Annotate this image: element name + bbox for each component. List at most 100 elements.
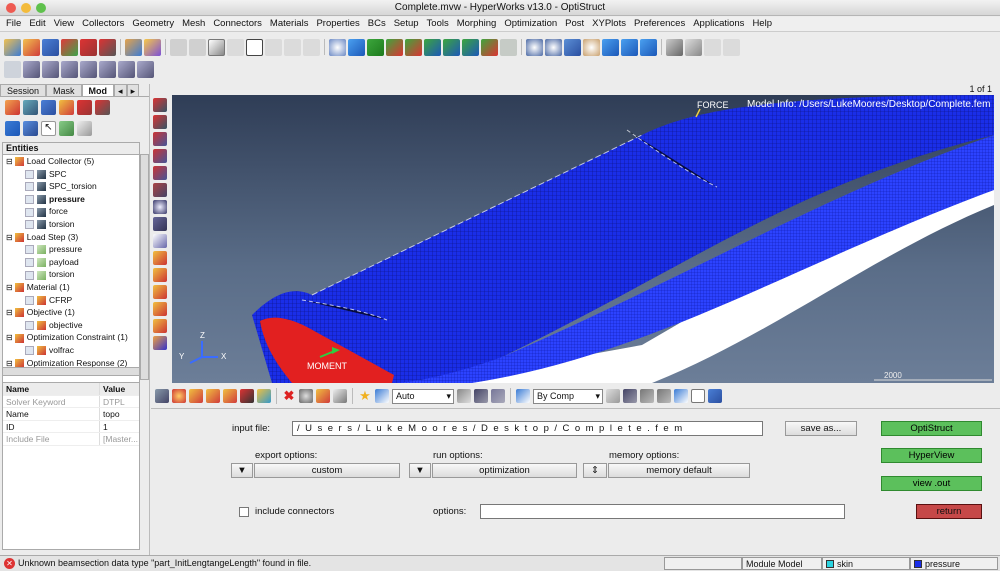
export-options-toggle[interactable]: ▼ <box>231 463 253 478</box>
run-options-toggle[interactable]: ▼ <box>409 463 431 478</box>
view-2-icon[interactable] <box>284 38 301 56</box>
show-icon[interactable] <box>333 389 347 403</box>
browser-isolate-icon[interactable] <box>23 121 38 136</box>
cursor-icon[interactable]: ↖ <box>41 121 56 136</box>
export-options-value[interactable]: custom <box>254 463 400 478</box>
monitor-icon[interactable] <box>708 389 722 403</box>
collapse-icon[interactable]: ⊟ <box>6 333 13 342</box>
menu-help[interactable]: Help <box>748 17 776 31</box>
auto-color-select[interactable]: Auto <box>392 388 454 404</box>
page-layout-1-icon[interactable] <box>23 60 40 78</box>
pan-hand-icon[interactable] <box>583 38 600 56</box>
vtool-view-5-icon[interactable] <box>153 166 167 180</box>
view-xz-front-icon[interactable] <box>462 38 479 56</box>
menu-preferences[interactable]: Preferences <box>630 17 689 31</box>
tree-item[interactable]: pressure <box>3 193 139 206</box>
visibility-checkbox[interactable] <box>25 169 34 179</box>
delete-view-icon[interactable] <box>723 38 740 56</box>
hyperview-button[interactable]: HyperView <box>881 448 982 463</box>
visibility-checkbox[interactable] <box>25 245 34 255</box>
view-options-icon[interactable] <box>500 38 517 56</box>
property-row[interactable]: Include File [Master... <box>3 433 139 446</box>
view-yz-left-icon[interactable] <box>424 38 441 56</box>
mask-icon[interactable] <box>208 38 225 56</box>
tab-scroll-left[interactable]: ◂ <box>114 84 127 96</box>
page-layout-5-icon[interactable] <box>99 60 116 78</box>
spin-icon[interactable] <box>621 38 638 56</box>
menu-xyplots[interactable]: XYPlots <box>588 17 630 31</box>
tab-mask[interactable]: Mask <box>46 84 82 96</box>
line-display-icon[interactable] <box>640 389 654 403</box>
zoom-window-icon[interactable] <box>526 38 543 56</box>
memory-options-value[interactable]: memory default <box>608 463 750 478</box>
view-1-icon[interactable] <box>265 38 282 56</box>
menu-morphing[interactable]: Morphing <box>453 17 501 31</box>
cut-icon[interactable] <box>666 38 683 56</box>
browser-flat-view-icon[interactable] <box>41 100 56 115</box>
include-connectors-checkbox[interactable] <box>239 507 249 517</box>
wing-mesh-model[interactable] <box>172 95 994 383</box>
display-3-icon[interactable] <box>223 389 237 403</box>
menu-view[interactable]: View <box>50 17 78 31</box>
property-value[interactable]: DTPL <box>99 395 139 408</box>
tree-folder[interactable]: ⊟ Material (1) <box>3 281 139 294</box>
page-layout-7-icon[interactable] <box>137 60 154 78</box>
tree-folder[interactable]: ⊟ Load Collector (5) <box>3 155 139 168</box>
vtool-view-7-icon[interactable] <box>153 200 167 214</box>
pin-icon[interactable] <box>4 60 21 78</box>
visibility-checkbox[interactable] <box>25 320 34 330</box>
vtool-view-2-icon[interactable] <box>153 115 167 129</box>
tree-item[interactable]: torsion <box>3 268 139 281</box>
menu-bcs[interactable]: BCs <box>364 17 390 31</box>
visibility-checkbox[interactable] <box>25 207 34 217</box>
color-mode-icon[interactable] <box>375 389 389 403</box>
tab-session[interactable]: Session <box>0 84 47 96</box>
display-4-icon[interactable] <box>240 389 254 403</box>
browser-display-icon[interactable] <box>5 121 20 136</box>
shading-1-icon[interactable] <box>457 389 471 403</box>
menu-edit[interactable]: Edit <box>25 17 49 31</box>
view-xy-top-icon[interactable] <box>386 38 403 56</box>
collectors-icon[interactable] <box>144 38 161 56</box>
run-options-value[interactable]: optimization <box>432 463 577 478</box>
tree-item[interactable]: SPC_torsion <box>3 180 139 193</box>
vtool-label-4-icon[interactable] <box>153 302 167 316</box>
vtool-label-1-icon[interactable] <box>153 251 167 265</box>
menu-post[interactable]: Post <box>561 17 588 31</box>
menu-connectors[interactable]: Connectors <box>209 17 266 31</box>
view-xz-rear-icon[interactable] <box>481 38 498 56</box>
open-model-icon[interactable] <box>4 38 21 56</box>
minimize-window-button[interactable] <box>21 3 31 13</box>
tree-item[interactable]: volfrac <box>3 344 139 357</box>
tree-item[interactable]: force <box>3 205 139 218</box>
export-solver-icon[interactable] <box>80 38 97 56</box>
property-value[interactable]: 1 <box>99 420 139 433</box>
status-current-component[interactable]: skin <box>822 557 910 570</box>
pan-center-icon[interactable] <box>564 38 581 56</box>
browser-eye-icon[interactable] <box>77 121 92 136</box>
surface-display-icon[interactable] <box>657 389 671 403</box>
visibility-checkbox[interactable] <box>25 182 34 192</box>
delete-icon[interactable]: ✖ <box>282 389 296 403</box>
property-value[interactable]: [Master... <box>99 433 139 445</box>
close-window-button[interactable] <box>6 3 16 13</box>
view-out-button[interactable]: view .out <box>881 476 982 491</box>
graphics-viewport[interactable]: FORCE Model Info: /Users/LukeMoores/Desk… <box>172 95 994 383</box>
menu-applications[interactable]: Applications <box>689 17 748 31</box>
info-icon[interactable] <box>153 234 167 248</box>
view-yz-right-icon[interactable] <box>443 38 460 56</box>
entity-display-icon[interactable] <box>155 389 169 403</box>
zoom-icon[interactable] <box>545 38 562 56</box>
collapse-icon[interactable]: ⊟ <box>6 283 13 292</box>
tree-folder[interactable]: ⊟ Load Step (3) <box>3 231 139 244</box>
menu-materials[interactable]: Materials <box>266 17 313 31</box>
tab-scroll-right[interactable]: ▸ <box>126 84 140 96</box>
tree-item[interactable]: torsion <box>3 218 139 231</box>
menu-optimization[interactable]: Optimization <box>500 17 561 31</box>
view-xy-bottom-icon[interactable] <box>405 38 422 56</box>
menu-file[interactable]: File <box>2 17 25 31</box>
menu-mesh[interactable]: Mesh <box>178 17 209 31</box>
wireframe-icon[interactable] <box>606 389 620 403</box>
visibility-checkbox[interactable] <box>25 195 34 205</box>
vtool-label-6-icon[interactable] <box>153 336 167 350</box>
